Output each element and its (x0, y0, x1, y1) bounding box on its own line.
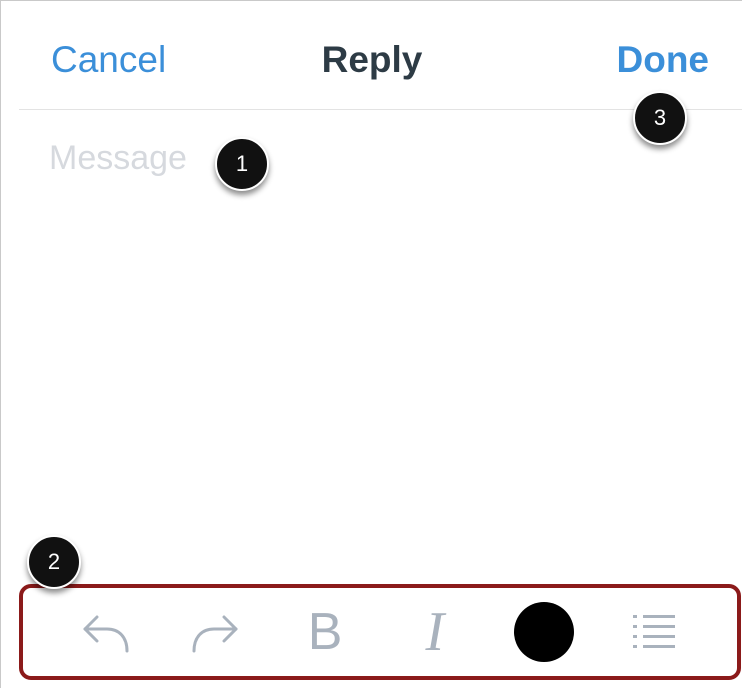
formatting-toolbar: B I (19, 584, 741, 680)
message-input[interactable] (49, 139, 709, 519)
callout-badge-1: 1 (215, 137, 269, 191)
redo-arrow-icon (192, 615, 238, 653)
color-dot-icon (514, 602, 575, 662)
cancel-button[interactable]: Cancel (51, 39, 166, 81)
bulleted-list-icon (633, 615, 676, 648)
text-color-button[interactable] (514, 602, 575, 662)
callout-badge-3: 3 (633, 91, 687, 145)
list-button[interactable] (624, 602, 684, 662)
bold-icon: B (307, 603, 343, 661)
bold-button[interactable]: B (295, 602, 355, 662)
italic-button[interactable]: I (405, 602, 465, 662)
navigation-bar: Cancel Reply Done (1, 1, 742, 109)
callout-badge-2: 2 (27, 535, 81, 589)
done-button[interactable]: Done (617, 39, 710, 81)
undo-arrow-icon (83, 615, 129, 653)
undo-button[interactable] (76, 602, 136, 662)
reply-composer: Cancel Reply Done B I (0, 0, 742, 688)
redo-button[interactable] (185, 602, 245, 662)
italic-icon: I (425, 601, 445, 663)
